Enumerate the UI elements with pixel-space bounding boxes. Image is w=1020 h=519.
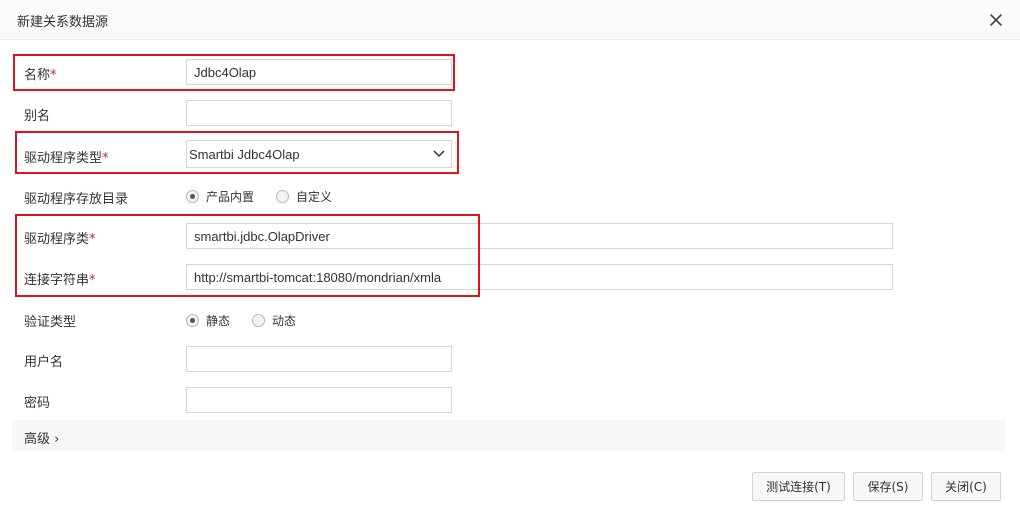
save-button[interactable]: 保存(S): [853, 472, 923, 501]
close-button[interactable]: 关闭(C): [931, 472, 1001, 501]
username-label: 用户名: [24, 355, 64, 370]
auth-type-label: 验证类型: [24, 315, 77, 330]
password-label: 密码: [24, 396, 51, 411]
radio-static[interactable]: 静态: [186, 312, 230, 329]
driver-class-input[interactable]: [186, 223, 893, 249]
chevron-right-icon: ›: [54, 432, 60, 447]
close-icon[interactable]: [985, 9, 1007, 31]
radio-custom[interactable]: 自定义: [276, 188, 332, 205]
name-label: 名称*: [24, 68, 57, 83]
radio-unchecked-icon: [252, 314, 265, 327]
username-input[interactable]: [186, 346, 452, 372]
advanced-label: 高级 ›: [24, 432, 60, 447]
alias-label: 别名: [24, 109, 51, 124]
required-mark: *: [102, 151, 109, 166]
password-input[interactable]: [186, 387, 452, 413]
radio-builtin[interactable]: 产品内置: [186, 188, 254, 205]
connection-string-input[interactable]: [186, 264, 893, 290]
driver-location-label: 驱动程序存放目录: [24, 192, 129, 207]
driver-type-label: 驱动程序类型*: [24, 151, 109, 166]
radio-dynamic[interactable]: 动态: [252, 312, 296, 329]
driver-type-select[interactable]: Smartbi Jdbc4Olap: [186, 140, 452, 168]
driver-class-label: 驱动程序类*: [24, 232, 96, 247]
required-mark: *: [89, 273, 96, 288]
new-datasource-dialog: 新建关系数据源 名称* 别名 驱动程序类型* Smartbi Jdbc4Olap…: [0, 0, 1020, 519]
chevron-down-icon: [432, 148, 446, 160]
required-mark: *: [89, 232, 96, 247]
advanced-section-toggle[interactable]: 高级 ›: [12, 420, 1006, 451]
required-mark: *: [50, 68, 57, 83]
name-input[interactable]: [186, 59, 452, 85]
radio-checked-icon: [186, 314, 199, 327]
alias-input[interactable]: [186, 100, 452, 126]
connection-string-label: 连接字符串*: [24, 273, 96, 288]
radio-checked-icon: [186, 190, 199, 203]
dialog-title: 新建关系数据源: [17, 15, 109, 30]
dialog-titlebar: 新建关系数据源: [0, 0, 1020, 40]
radio-unchecked-icon: [276, 190, 289, 203]
driver-type-selected-value: Smartbi Jdbc4Olap: [189, 147, 300, 162]
test-connection-button[interactable]: 测试连接(T): [752, 472, 845, 501]
